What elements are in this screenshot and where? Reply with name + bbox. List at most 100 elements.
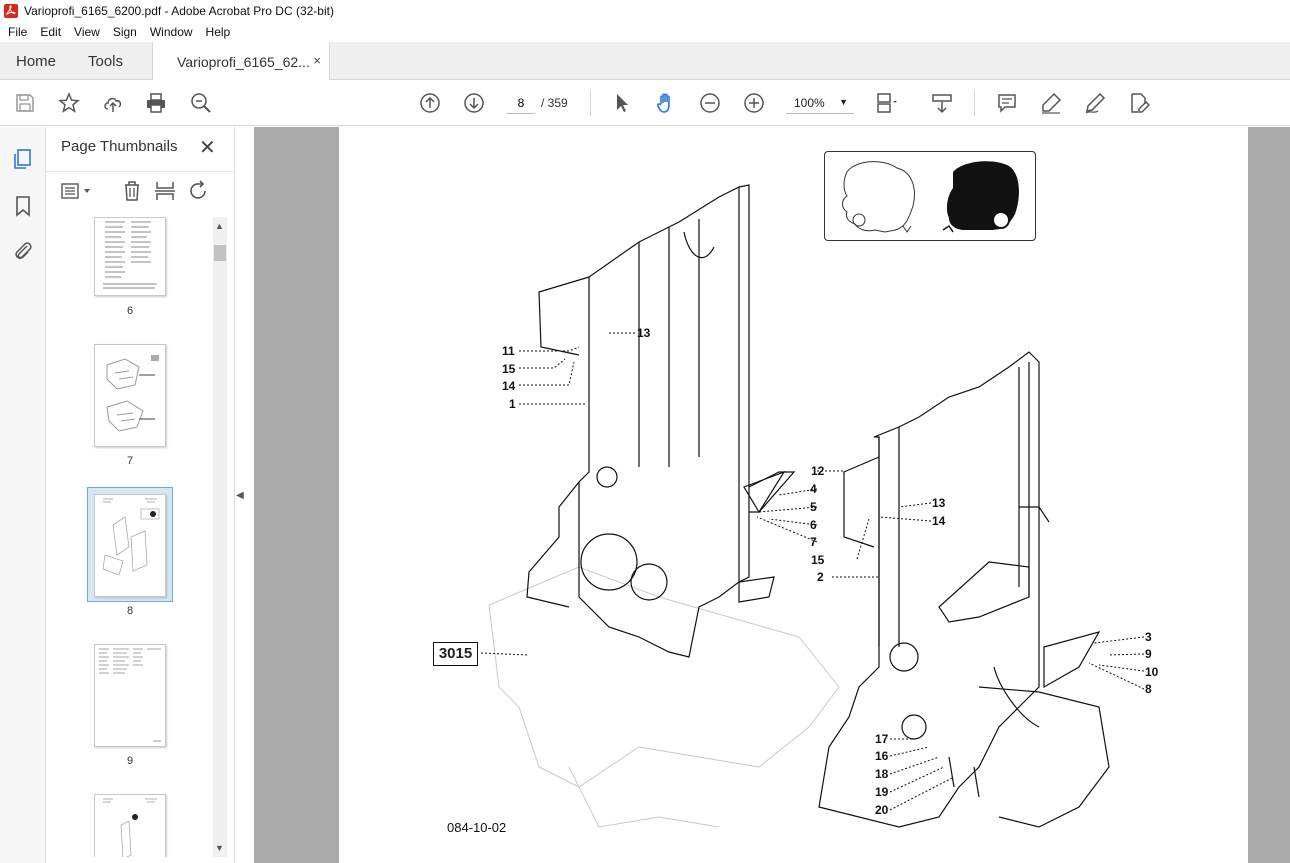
extract-pages-icon[interactable] (153, 180, 177, 202)
acrobat-icon (4, 4, 18, 18)
callout-label: 8 (1145, 682, 1152, 696)
title-bar: Varioprofi_6165_6200.pdf - Adobe Acrobat… (0, 0, 1290, 22)
thumbnail-label: 8 (126, 605, 134, 617)
edit-pdf-icon[interactable] (1127, 91, 1151, 115)
panel-toolbar (46, 171, 235, 211)
zoom-out-icon[interactable] (698, 91, 722, 115)
document-page: 11 15 14 1 13 12 4 5 6 7 13 14 15 2 3 9 … (339, 127, 1248, 863)
menu-window[interactable]: Window (145, 25, 198, 39)
thumbnail-label: 6 (126, 305, 134, 317)
menu-file[interactable]: File (3, 25, 32, 39)
thumbnail-preview (102, 498, 160, 576)
exploded-parts-drawing (480, 184, 1145, 828)
toolbar-divider (590, 90, 591, 116)
chevron-down-icon: ▼ (839, 97, 848, 107)
callout-label: 5 (810, 500, 817, 514)
callout-label: 10 (1145, 665, 1159, 679)
collapse-panel-icon[interactable]: ◀ (236, 490, 252, 502)
scroll-up-icon[interactable]: ▲ (215, 221, 224, 231)
thumbnail-scrollbar[interactable]: ▲ ▼ (213, 217, 227, 857)
page-thumbnails-icon[interactable] (11, 147, 35, 171)
menu-sign[interactable]: Sign (108, 25, 142, 39)
page-up-icon[interactable] (418, 91, 442, 115)
star-icon[interactable] (57, 91, 81, 115)
page-thumbnails-panel: Page Thumbnails ✕ 6 7 8 9 ▲ ▼ (46, 127, 235, 863)
menu-view[interactable]: View (69, 25, 105, 39)
tab-bar: Home Tools Varioprofi_6165_62... × (0, 42, 1290, 81)
callout-label: 20 (875, 803, 889, 817)
attachment-icon[interactable] (11, 240, 35, 264)
tab-home[interactable]: Home (16, 42, 56, 80)
zoom-value: 100% (794, 96, 825, 110)
tab-document[interactable]: Varioprofi_6165_62... × (152, 42, 330, 81)
print-icon[interactable] (144, 91, 168, 115)
page-number-input[interactable] (507, 92, 535, 114)
drawing-number: 084-10-02 (447, 820, 507, 835)
callout-label: 15 (811, 553, 825, 567)
page-display-icon[interactable] (874, 91, 898, 115)
scroll-mode-icon[interactable] (930, 91, 954, 115)
thumbnail-preview (103, 798, 157, 857)
left-rail (0, 127, 46, 863)
save-icon[interactable] (13, 91, 37, 115)
sign-pen-icon[interactable] (1083, 91, 1107, 115)
callout-label: 19 (875, 785, 889, 799)
callout-label: 13 (637, 326, 651, 340)
callout-label: 16 (875, 749, 889, 763)
delete-icon[interactable] (120, 180, 144, 202)
comment-icon[interactable] (995, 91, 1019, 115)
scroll-down-icon[interactable]: ▼ (215, 843, 224, 853)
bookmark-icon[interactable] (11, 194, 35, 218)
page-down-icon[interactable] (462, 91, 486, 115)
page-total: / 359 (541, 96, 568, 110)
select-cursor-icon[interactable] (610, 91, 634, 115)
callout-label: 1 (509, 397, 516, 411)
panel-title: Page Thumbnails (61, 138, 178, 155)
close-panel-icon[interactable]: ✕ (199, 135, 216, 160)
thumbnail-preview (106, 355, 159, 432)
close-tab-icon[interactable]: × (313, 53, 321, 68)
thumbnail-page[interactable] (94, 794, 166, 857)
thumbnail-list: 6 7 8 9 (46, 217, 216, 857)
tab-tools[interactable]: Tools (88, 42, 123, 80)
menu-bar: File Edit View Sign Window Help (0, 22, 1290, 42)
callout-label: 7 (810, 535, 817, 549)
thumbnail-options-icon[interactable] (60, 180, 96, 202)
toolbar-divider (974, 90, 975, 116)
window-title: Varioprofi_6165_6200.pdf - Adobe Acrobat… (24, 4, 334, 18)
menu-help[interactable]: Help (201, 25, 236, 39)
toolbar: / 359 100% ▼ (0, 80, 1290, 126)
callout-label: 4 (810, 482, 817, 496)
thumbnail-preview (99, 648, 161, 742)
zoom-in-icon[interactable] (742, 91, 766, 115)
callout-label: 18 (875, 767, 889, 781)
hand-tool-icon[interactable] (654, 91, 678, 115)
callout-label: 6 (810, 518, 817, 532)
callout-label: 12 (811, 464, 825, 478)
thumbnail-page-selected[interactable] (94, 494, 166, 597)
callout-label: 13 (932, 496, 946, 510)
thumbnail-label: 7 (126, 455, 134, 467)
thumbnail-preview (103, 221, 157, 289)
callout-label: 17 (875, 732, 889, 746)
upload-cloud-icon[interactable] (101, 91, 125, 115)
rotate-icon[interactable] (187, 180, 211, 202)
callout-label: 9 (1145, 647, 1152, 661)
callout-label: 14 (502, 379, 516, 393)
callout-label: 14 (932, 514, 946, 528)
thumbnail-page[interactable] (94, 644, 166, 747)
scrollbar-thumb[interactable] (214, 245, 226, 261)
menu-edit[interactable]: Edit (35, 25, 66, 39)
tab-document-label: Varioprofi_6165_62... (177, 53, 310, 70)
thumbnail-page[interactable] (94, 217, 166, 296)
callout-label: 11 (502, 344, 515, 358)
reference-box: 3015 (433, 642, 478, 666)
callout-label: 15 (502, 362, 516, 376)
zoom-dropdown[interactable]: 100% ▼ (786, 92, 854, 114)
callout-label: 2 (817, 570, 824, 584)
highlight-icon[interactable] (1039, 91, 1063, 115)
thumbnail-label: 9 (126, 755, 134, 767)
thumbnail-page[interactable] (94, 344, 166, 447)
find-zoom-icon[interactable] (189, 91, 213, 115)
document-viewer[interactable]: 11 15 14 1 13 12 4 5 6 7 13 14 15 2 3 9 … (254, 127, 1290, 863)
